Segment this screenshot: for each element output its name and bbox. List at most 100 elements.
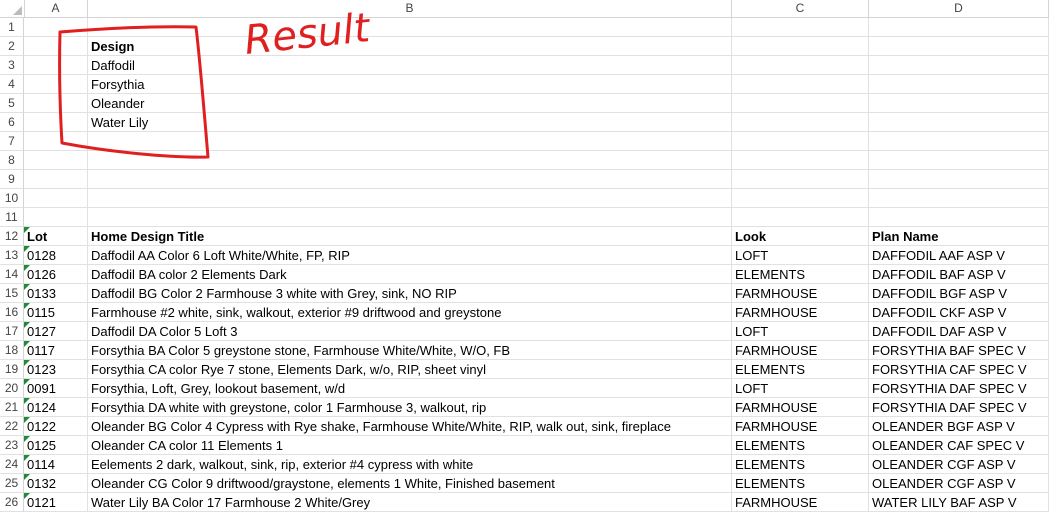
- look-cell[interactable]: FARMHOUSE: [732, 493, 869, 512]
- look-cell[interactable]: ELEMENTS: [732, 265, 869, 284]
- row-header[interactable]: 19: [0, 360, 24, 379]
- row-header[interactable]: 9: [0, 170, 24, 189]
- design-list-item[interactable]: Oleander: [88, 94, 732, 113]
- cell-empty[interactable]: [732, 151, 869, 170]
- home-design-title-cell[interactable]: Eelements 2 dark, walkout, sink, rip, ex…: [88, 455, 732, 474]
- cell-empty[interactable]: [732, 37, 869, 56]
- home-design-title-cell[interactable]: Oleander CG Color 9 driftwood/graystone,…: [88, 474, 732, 493]
- cell-empty[interactable]: [24, 75, 88, 94]
- cell-empty[interactable]: [869, 151, 1049, 170]
- home-design-title-cell[interactable]: Daffodil AA Color 6 Loft White/White, FP…: [88, 246, 732, 265]
- table-header-plan-name[interactable]: Plan Name: [869, 227, 1049, 246]
- cell-empty[interactable]: [732, 208, 869, 227]
- cell-empty[interactable]: [732, 56, 869, 75]
- lot-cell[interactable]: 0132: [24, 474, 88, 493]
- home-design-title-cell[interactable]: Water Lily BA Color 17 Farmhouse 2 White…: [88, 493, 732, 512]
- lot-cell[interactable]: 0128: [24, 246, 88, 265]
- look-cell[interactable]: FARMHOUSE: [732, 284, 869, 303]
- plan-name-cell[interactable]: WATER LILY BAF ASP V: [869, 493, 1049, 512]
- cell-empty[interactable]: [869, 132, 1049, 151]
- row-header[interactable]: 4: [0, 75, 24, 94]
- cell-empty[interactable]: [869, 113, 1049, 132]
- home-design-title-cell[interactable]: Daffodil BG Color 2 Farmhouse 3 white wi…: [88, 284, 732, 303]
- home-design-title-cell[interactable]: Daffodil DA Color 5 Loft 3: [88, 322, 732, 341]
- plan-name-cell[interactable]: DAFFODIL BGF ASP V: [869, 284, 1049, 303]
- home-design-title-cell[interactable]: Daffodil BA color 2 Elements Dark: [88, 265, 732, 284]
- cell-empty[interactable]: [24, 151, 88, 170]
- cell-empty[interactable]: [732, 94, 869, 113]
- row-header[interactable]: 26: [0, 493, 24, 512]
- plan-name-cell[interactable]: DAFFODIL BAF ASP V: [869, 265, 1049, 284]
- plan-name-cell[interactable]: DAFFODIL CKF ASP V: [869, 303, 1049, 322]
- look-cell[interactable]: ELEMENTS: [732, 360, 869, 379]
- plan-name-cell[interactable]: OLEANDER CAF SPEC V: [869, 436, 1049, 455]
- cell-empty[interactable]: [24, 170, 88, 189]
- cell-empty[interactable]: [869, 56, 1049, 75]
- look-cell[interactable]: LOFT: [732, 379, 869, 398]
- cell-empty[interactable]: [88, 132, 732, 151]
- cell-empty[interactable]: [869, 189, 1049, 208]
- column-header-b[interactable]: B: [88, 0, 732, 17]
- cell-empty[interactable]: [88, 189, 732, 208]
- cell-empty[interactable]: [24, 113, 88, 132]
- row-header[interactable]: 20: [0, 379, 24, 398]
- plan-name-cell[interactable]: OLEANDER CGF ASP V: [869, 455, 1049, 474]
- row-header[interactable]: 24: [0, 455, 24, 474]
- cell-empty[interactable]: [88, 208, 732, 227]
- lot-cell[interactable]: 0127: [24, 322, 88, 341]
- cell-empty[interactable]: [24, 94, 88, 113]
- lot-cell[interactable]: 0124: [24, 398, 88, 417]
- plan-name-cell[interactable]: FORSYTHIA DAF SPEC V: [869, 398, 1049, 417]
- row-header[interactable]: 13: [0, 246, 24, 265]
- lot-cell[interactable]: 0121: [24, 493, 88, 512]
- design-list-item[interactable]: Water Lily: [88, 113, 732, 132]
- lot-cell[interactable]: 0133: [24, 284, 88, 303]
- look-cell[interactable]: LOFT: [732, 322, 869, 341]
- cell-empty[interactable]: [24, 56, 88, 75]
- home-design-title-cell[interactable]: Forsythia CA color Rye 7 stone, Elements…: [88, 360, 732, 379]
- cell-empty[interactable]: [869, 75, 1049, 94]
- cell-empty[interactable]: [24, 37, 88, 56]
- look-cell[interactable]: FARMHOUSE: [732, 341, 869, 360]
- cell-empty[interactable]: [869, 208, 1049, 227]
- row-header[interactable]: 23: [0, 436, 24, 455]
- lot-cell[interactable]: 0115: [24, 303, 88, 322]
- plan-name-cell[interactable]: FORSYTHIA CAF SPEC V: [869, 360, 1049, 379]
- lot-cell[interactable]: 0114: [24, 455, 88, 474]
- row-header[interactable]: 25: [0, 474, 24, 493]
- cell-empty[interactable]: [88, 18, 732, 37]
- row-header[interactable]: 7: [0, 132, 24, 151]
- cell-empty[interactable]: [24, 189, 88, 208]
- column-header-c[interactable]: C: [732, 0, 869, 17]
- column-header-a[interactable]: A: [24, 0, 88, 17]
- cell-empty[interactable]: [869, 37, 1049, 56]
- cell-empty[interactable]: [88, 170, 732, 189]
- look-cell[interactable]: ELEMENTS: [732, 474, 869, 493]
- cell-empty[interactable]: [732, 132, 869, 151]
- lot-cell[interactable]: 0091: [24, 379, 88, 398]
- cell-empty[interactable]: [732, 18, 869, 37]
- cell-empty[interactable]: [24, 132, 88, 151]
- home-design-title-cell[interactable]: Forsythia DA white with greystone, color…: [88, 398, 732, 417]
- cell-empty[interactable]: [88, 151, 732, 170]
- plan-name-cell[interactable]: DAFFODIL AAF ASP V: [869, 246, 1049, 265]
- cell-empty[interactable]: [24, 208, 88, 227]
- row-header[interactable]: 1: [0, 18, 24, 37]
- row-header[interactable]: 14: [0, 265, 24, 284]
- look-cell[interactable]: FARMHOUSE: [732, 398, 869, 417]
- plan-name-cell[interactable]: OLEANDER CGF ASP V: [869, 474, 1049, 493]
- row-header[interactable]: 5: [0, 94, 24, 113]
- home-design-title-cell[interactable]: Forsythia, Loft, Grey, lookout basement,…: [88, 379, 732, 398]
- column-header-d[interactable]: D: [869, 0, 1049, 17]
- cell-empty[interactable]: [869, 170, 1049, 189]
- lot-cell[interactable]: 0122: [24, 417, 88, 436]
- row-header[interactable]: 11: [0, 208, 24, 227]
- cell-empty[interactable]: [869, 18, 1049, 37]
- row-header[interactable]: 17: [0, 322, 24, 341]
- lot-cell[interactable]: 0123: [24, 360, 88, 379]
- lot-cell[interactable]: 0117: [24, 341, 88, 360]
- select-all-corner[interactable]: [0, 0, 25, 17]
- table-header-title[interactable]: Home Design Title: [88, 227, 732, 246]
- row-header[interactable]: 12: [0, 227, 24, 246]
- home-design-title-cell[interactable]: Oleander CA color 11 Elements 1: [88, 436, 732, 455]
